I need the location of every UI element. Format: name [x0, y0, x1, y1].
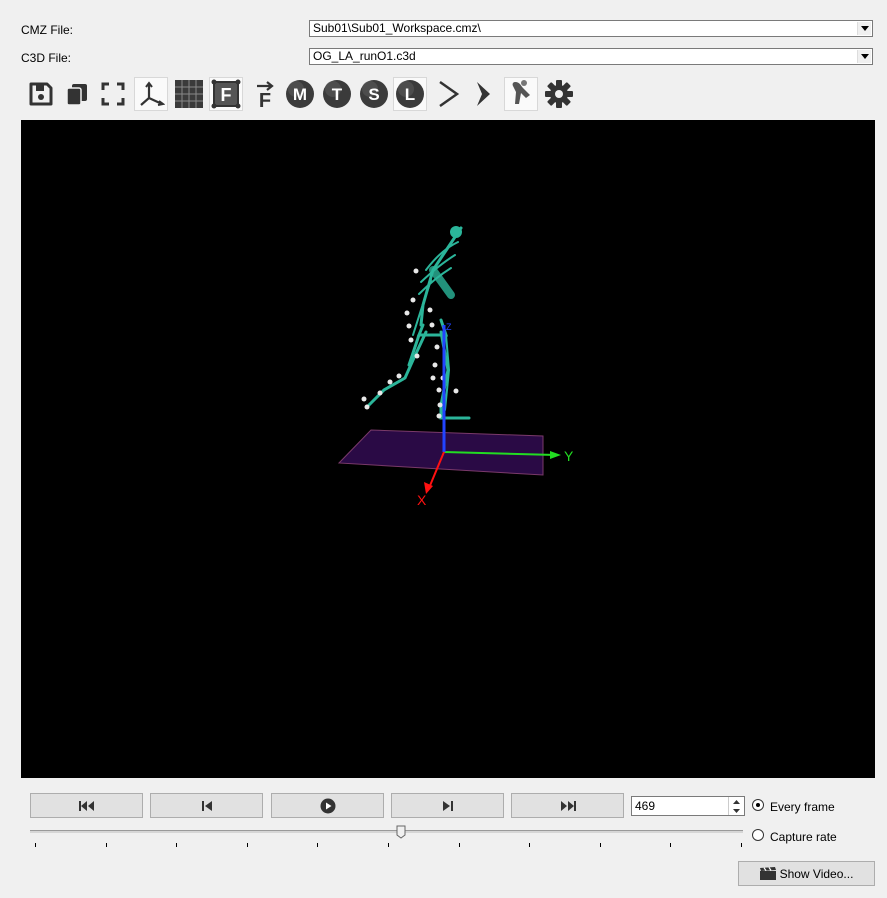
force-platform-icon: F [211, 79, 241, 109]
cmz-file-value: Sub01\Sub01_Workspace.cmz\ [313, 21, 481, 35]
clapperboard-icon [759, 867, 776, 880]
slider-tick [388, 843, 389, 847]
last-frame-icon [560, 800, 576, 811]
slider-tick [529, 843, 531, 847]
axes-icon [140, 81, 165, 106]
grid-toggle-button[interactable] [172, 77, 206, 111]
next-frame-icon [442, 800, 453, 811]
chevron-down-icon[interactable] [857, 50, 871, 63]
svg-text:F: F [259, 90, 271, 109]
slider-tick [176, 843, 178, 847]
frame-slider-track[interactable] [30, 830, 743, 833]
x-axis-label: X [417, 492, 427, 508]
fullscreen-icon [101, 82, 125, 106]
svg-text:F: F [221, 85, 232, 105]
last-frame-button[interactable] [511, 793, 624, 818]
model-l-icon: L [396, 80, 424, 108]
copy-icon [66, 84, 87, 106]
first-frame-icon [78, 800, 94, 811]
save-icon [29, 82, 53, 106]
3d-viewport[interactable]: Y X Z [21, 120, 875, 778]
svg-text:M: M [293, 85, 307, 104]
model-m-icon: M [286, 80, 314, 108]
capture-rate-radio[interactable] [752, 829, 764, 841]
skull [450, 226, 462, 238]
model-t-icon: T [323, 80, 351, 108]
slider-tick [35, 843, 36, 847]
model-m-button[interactable]: M [283, 77, 317, 111]
every-frame-radio[interactable] [752, 799, 764, 811]
slider-tick [741, 843, 742, 847]
chevron-button[interactable] [432, 77, 466, 111]
marker-icon [477, 82, 490, 106]
svg-text:L: L [405, 85, 415, 104]
skeleton-toggle-button[interactable] [504, 77, 538, 111]
fullscreen-button[interactable] [96, 77, 130, 111]
model-s-icon: S [360, 80, 388, 108]
chevron-down-icon[interactable] [857, 22, 871, 35]
copy-button[interactable] [60, 77, 94, 111]
force-platform-button[interactable]: F [209, 77, 243, 111]
c3d-file-value: OG_LA_runO1.c3d [313, 49, 416, 63]
scene-canvas[interactable]: Y X Z [21, 120, 875, 778]
play-icon [320, 798, 335, 813]
stepper-up-icon[interactable] [729, 797, 744, 806]
settings-button[interactable] [542, 77, 576, 111]
slider-tick [105, 843, 107, 847]
settings-gear-icon [545, 80, 573, 108]
show-video-label: Show Video... [779, 866, 854, 881]
slider-tick [599, 843, 601, 847]
skeleton-icon [512, 80, 530, 104]
svg-text:T: T [332, 85, 343, 104]
slider-tick [317, 843, 319, 847]
show-video-button[interactable]: Show Video... [738, 861, 875, 886]
cmz-file-label: CMZ File: [21, 23, 73, 37]
next-frame-button[interactable] [391, 793, 504, 818]
frame-number-input[interactable]: 469 [631, 796, 745, 816]
z-axis-label: Z [446, 322, 452, 332]
c3d-file-select[interactable]: OG_LA_runO1.c3d [309, 48, 873, 65]
slider-tick [246, 843, 248, 847]
axes-toggle-button[interactable] [134, 77, 168, 111]
every-frame-label: Every frame [770, 800, 835, 814]
force-vector-button[interactable]: F [248, 77, 282, 111]
frame-number-value: 469 [635, 799, 656, 813]
model-t-button[interactable]: T [320, 77, 354, 111]
save-button[interactable] [24, 77, 58, 111]
previous-frame-button[interactable] [150, 793, 263, 818]
frame-stepper[interactable] [728, 797, 744, 815]
marker-button[interactable] [468, 77, 502, 111]
slider-tick [458, 843, 460, 847]
model-s-button[interactable]: S [357, 77, 391, 111]
capture-rate-label: Capture rate [770, 830, 837, 844]
svg-text:S: S [368, 85, 379, 104]
cmz-file-select[interactable]: Sub01\Sub01_Workspace.cmz\ [309, 20, 873, 37]
force-vector-icon: F [257, 81, 274, 109]
previous-frame-icon [201, 800, 212, 811]
grid-icon [175, 80, 203, 108]
y-axis-label: Y [564, 448, 574, 464]
force-plate-floor [337, 429, 544, 476]
model-l-button[interactable]: L [393, 77, 427, 111]
play-button[interactable] [271, 793, 384, 818]
c3d-file-label: C3D File: [21, 51, 72, 65]
frame-slider-thumb[interactable] [396, 825, 406, 839]
y-axis-arrow [550, 451, 561, 459]
chevron-icon [439, 80, 460, 108]
slider-tick [670, 843, 672, 847]
first-frame-button[interactable] [30, 793, 143, 818]
stepper-down-icon[interactable] [729, 806, 744, 815]
